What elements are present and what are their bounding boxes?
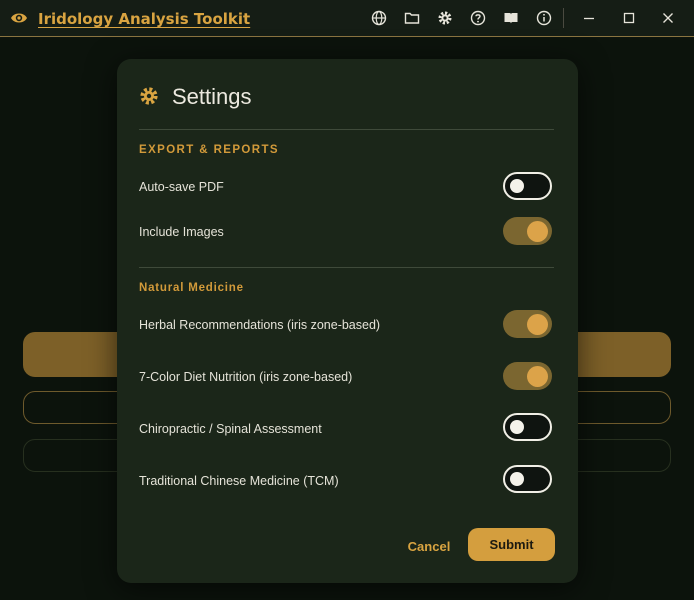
section-title-export-reports: EXPORT & REPORTS bbox=[139, 144, 279, 156]
globe-icon[interactable] bbox=[371, 10, 387, 26]
settings-dialog: Settings EXPORT & REPORTS Auto-save PDF … bbox=[117, 59, 578, 583]
chiropractic-assessment-label: Chiropractic / Spinal Assessment bbox=[139, 422, 322, 436]
info-icon[interactable] bbox=[536, 10, 552, 26]
submit-button[interactable]: Submit bbox=[468, 528, 555, 561]
toggle-knob bbox=[527, 365, 548, 387]
tcm-toggle[interactable] bbox=[503, 465, 552, 493]
include-images-label: Include Images bbox=[139, 225, 224, 239]
divider bbox=[139, 129, 554, 130]
cancel-button[interactable]: Cancel bbox=[398, 537, 460, 557]
auto-save-pdf-label: Auto-save PDF bbox=[139, 180, 224, 194]
toggle-knob bbox=[510, 472, 524, 486]
tcm-label: Traditional Chinese Medicine (TCM) bbox=[139, 474, 339, 488]
auto-save-pdf-toggle[interactable] bbox=[503, 172, 552, 200]
help-icon[interactable] bbox=[470, 10, 486, 26]
color-diet-nutrition-label: 7-Color Diet Nutrition (iris zone-based) bbox=[139, 370, 353, 384]
folder-icon[interactable] bbox=[404, 10, 420, 26]
gear-icon[interactable] bbox=[437, 10, 453, 26]
close-icon[interactable] bbox=[660, 10, 676, 26]
section-title-natural-medicine: Natural Medicine bbox=[139, 282, 244, 294]
include-images-toggle[interactable] bbox=[503, 217, 552, 245]
app-title: Iridology Analysis Toolkit bbox=[38, 10, 251, 28]
dialog-title: Settings bbox=[172, 84, 252, 109]
herbal-recommendations-label: Herbal Recommendations (iris zone-based) bbox=[139, 318, 381, 332]
chiropractic-assessment-toggle[interactable] bbox=[503, 413, 552, 441]
toggle-knob bbox=[510, 420, 524, 434]
book-icon[interactable] bbox=[503, 10, 519, 26]
divider bbox=[139, 267, 554, 268]
herbal-recommendations-toggle[interactable] bbox=[503, 310, 552, 338]
title-bar: Iridology Analysis Toolkit bbox=[0, 0, 694, 37]
toggle-knob bbox=[510, 179, 524, 193]
toggle-knob bbox=[527, 313, 548, 335]
titlebar-separator bbox=[563, 8, 564, 28]
eye-icon bbox=[11, 13, 27, 23]
maximize-icon[interactable] bbox=[621, 10, 637, 26]
toggle-knob bbox=[527, 220, 548, 242]
gear-icon bbox=[140, 87, 158, 105]
color-diet-nutrition-toggle[interactable] bbox=[503, 362, 552, 390]
minimize-icon[interactable] bbox=[581, 10, 597, 26]
